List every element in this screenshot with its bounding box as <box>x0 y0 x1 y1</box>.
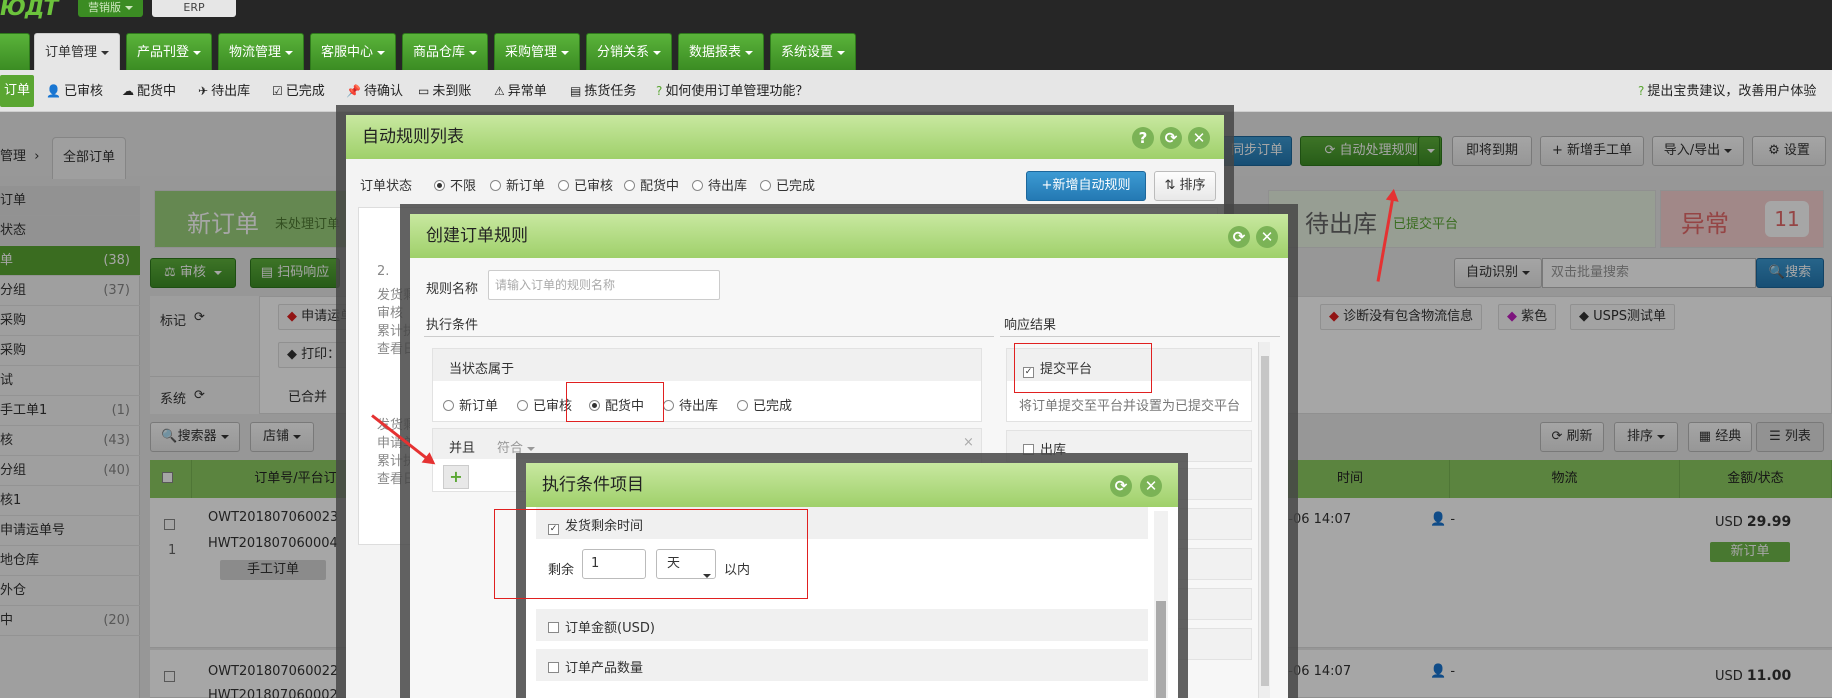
chevron-down-icon <box>469 50 477 55</box>
warning-icon: ⚠ <box>494 84 505 98</box>
feedback-link[interactable]: ? 提出宝贵建议，改善用户体验 <box>1638 70 1816 112</box>
erp-badge[interactable]: ERP <box>152 0 236 17</box>
scrollbar[interactable] <box>1258 342 1270 698</box>
chevron-down-icon <box>101 50 109 55</box>
subnav-picking-task[interactable]: ▤ 拣货任务 <box>570 70 636 112</box>
add-auto-rule-button[interactable]: +新增自动规则 <box>1026 171 1146 201</box>
menu-item-listing[interactable]: 产品刊登 <box>126 33 212 70</box>
state-done-radio[interactable]: 已完成 <box>737 395 792 414</box>
subnav-unpaid[interactable]: ▭ 未到账 <box>418 70 471 112</box>
chevron-down-icon <box>837 50 845 55</box>
subnav-help[interactable]: ? 如何使用订单管理功能？ <box>656 70 808 112</box>
question-icon: ? <box>656 84 663 98</box>
menu-item-settings[interactable]: 系统设置 <box>770 33 856 70</box>
subnav-audited[interactable]: 👤 已审核 <box>46 70 103 112</box>
condition-item[interactable]: 订单金额(USD) <box>536 609 1148 641</box>
radio-status-outbound[interactable]: 待出库 <box>692 175 747 194</box>
close-icon[interactable]: ✕ <box>1256 226 1278 248</box>
rule-name-input[interactable]: 请输入订单的规则名称 <box>488 270 720 300</box>
add-condition-button[interactable]: + <box>443 465 469 489</box>
refresh-icon[interactable]: ⟳ <box>1160 127 1182 149</box>
sub-nav: 订单 👤 已审核 ☁ 配货中 ✈ 待出库 ☑ 已完成 📌 待确认 ▭ 未到账 ⚠ 异常单 ▤ 拣… <box>0 70 1832 112</box>
match-select[interactable]: 符合 <box>497 437 536 456</box>
check-square-icon: ☑ <box>272 84 283 98</box>
condition-items-modal: 执行条件项目 ⟳ ✕ ✓ 发货剩余时间 剩余 1 天 以内 订单金额(USD) 订… <box>494 463 1178 698</box>
subnav-pending[interactable]: 📌 待确认 <box>346 70 403 112</box>
divider <box>424 336 994 337</box>
radio-status-picking[interactable]: 配货中 <box>624 175 679 194</box>
order-amount-checkbox[interactable]: 订单金额(USD) <box>548 617 655 636</box>
menu-item-service[interactable]: 客服中心 <box>310 33 396 70</box>
chevron-down-icon <box>193 50 201 55</box>
close-icon[interactable]: ✕ <box>1188 127 1210 149</box>
menu-item-partial[interactable] <box>0 33 30 70</box>
subnav-outbound[interactable]: ✈ 待出库 <box>198 70 250 112</box>
modal-title: 创建订单规则 <box>410 214 1288 258</box>
question-icon: ? <box>1638 84 1645 98</box>
user-check-icon: 👤 <box>46 84 61 98</box>
state-condition-block: 当状态属于 新订单 已审核 配货中 待出库 已完成 <box>432 348 982 422</box>
menu-item-distribution[interactable]: 分销关系 <box>586 33 672 70</box>
subnav-picking[interactable]: ☁ 配货中 <box>122 70 176 112</box>
plus-icon: + <box>1041 178 1053 193</box>
top-bar: ЮДТ 营销版 ERP 订单管理 产品刊登 物流管理 客服中心 商品仓库 采购管… <box>0 0 1832 70</box>
chevron-down-icon <box>561 50 569 55</box>
close-icon[interactable]: × <box>963 435 974 450</box>
subnav-completed[interactable]: ☑ 已完成 <box>272 70 325 112</box>
menu-item-purchase[interactable]: 采购管理 <box>494 33 580 70</box>
highlight-box <box>494 509 808 599</box>
brand-logo: ЮДТ <box>0 0 58 21</box>
chevron-down-icon <box>125 6 133 10</box>
subnav-abnormal[interactable]: ⚠ 异常单 <box>494 70 547 112</box>
chevron-down-icon <box>745 50 753 55</box>
state-audited-radio[interactable]: 已审核 <box>517 395 572 414</box>
menu-item-orders[interactable]: 订单管理 <box>34 33 120 70</box>
radio-status-audited[interactable]: 已审核 <box>558 175 613 194</box>
sort-rules-button[interactable]: ⇅ 排序 <box>1154 171 1216 201</box>
outbound-checkbox[interactable]: 出库 <box>1023 439 1066 458</box>
divider <box>1000 336 1280 337</box>
scrollbar[interactable] <box>1154 511 1168 698</box>
product-quantity-checkbox[interactable]: 订单产品数量 <box>548 657 643 676</box>
condition-item[interactable]: 订单产品数量 <box>536 649 1148 681</box>
edition-badge[interactable]: 营销版 <box>78 0 143 17</box>
refresh-icon[interactable]: ⟳ <box>1228 226 1250 248</box>
refresh-icon[interactable]: ⟳ <box>1110 475 1132 497</box>
sort-icon: ⇅ <box>1164 178 1180 193</box>
close-icon[interactable]: ✕ <box>1140 475 1162 497</box>
barcode-icon: ▤ <box>570 84 582 98</box>
menu-item-logistics[interactable]: 物流管理 <box>218 33 304 70</box>
result-outbound-block: 出库 <box>1006 430 1252 462</box>
chevron-down-icon <box>377 50 385 55</box>
radio-status-new[interactable]: 新订单 <box>490 175 545 194</box>
state-new-radio[interactable]: 新订单 <box>443 395 498 414</box>
modal-title: 自动规则列表 <box>346 115 1224 159</box>
highlight-box <box>1014 343 1152 393</box>
chevron-down-icon <box>285 50 293 55</box>
highlight-box <box>566 382 664 422</box>
pin-icon: 📌 <box>346 84 361 98</box>
chevron-down-icon <box>653 50 661 55</box>
radio-status-done[interactable]: 已完成 <box>760 175 815 194</box>
state-outbound-radio[interactable]: 待出库 <box>663 395 718 414</box>
cloud-icon: ☁ <box>122 84 134 98</box>
subnav-orders[interactable]: 订单 <box>0 75 35 107</box>
radio-status-all[interactable]: 不限 <box>434 175 476 194</box>
menu-item-warehouse[interactable]: 商品仓库 <box>402 33 488 70</box>
card-icon: ▭ <box>418 84 430 98</box>
plane-icon: ✈ <box>198 84 209 98</box>
modal-title: 执行条件项目 <box>526 463 1178 507</box>
chevron-down-icon <box>527 446 536 451</box>
help-icon[interactable]: ? <box>1132 127 1154 149</box>
menu-item-reports[interactable]: 数据报表 <box>678 33 764 70</box>
